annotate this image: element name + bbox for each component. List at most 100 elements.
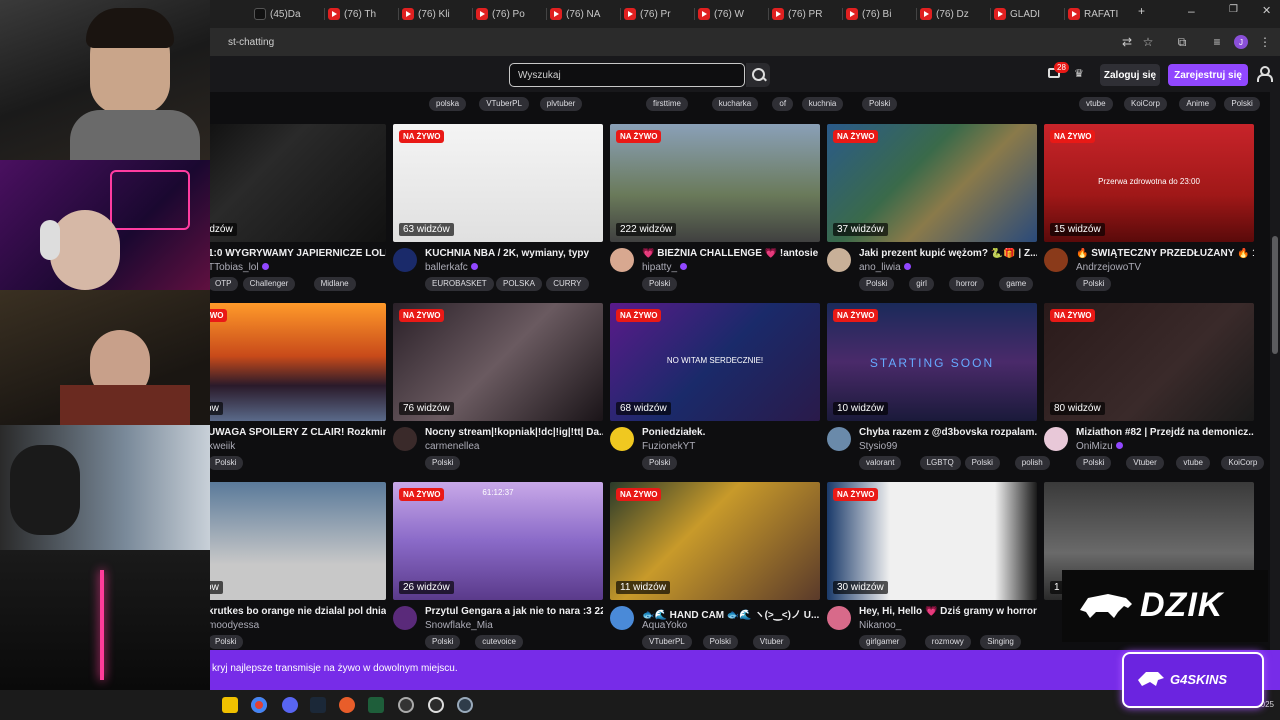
stream-thumbnail[interactable]: NA ŻYWO 61:12:37 26 widzów [393,482,603,600]
channel-avatar[interactable] [1044,427,1068,451]
stream-title[interactable]: 1:0 WYGRYWAMY JAPIERNICZE LOLE... [208,248,386,259]
tag-pill[interactable]: CURRY [546,277,589,291]
close-window-button[interactable]: ✕ [1262,4,1271,17]
tag-pill[interactable]: Singing [980,635,1021,649]
tag-pill[interactable]: Polski [642,456,678,470]
browser-tab[interactable]: (76) Pr [624,4,676,24]
stream-title[interactable]: 🐟🌊 HAND CAM 🐟🌊 ヽ(>‿<)ノ U... [642,606,820,621]
browser-tab[interactable]: (45)Da [254,4,306,24]
channel-avatar[interactable] [393,427,417,451]
channel-name[interactable]: OniMizu [1076,441,1254,452]
channel-avatar[interactable] [393,248,417,272]
browser-tab[interactable]: RAFATI [1068,4,1120,24]
stream-thumbnail[interactable]: NA ŻYWO STARTING SOON 10 widzów [827,303,1037,421]
browser-tab[interactable]: GLADI [994,4,1046,24]
tag-pill[interactable]: kuchnia [801,97,844,111]
stream-title[interactable]: Przytul Gengara a jak nie to nara :3 22.… [425,606,603,617]
extensions-icon[interactable]: ⧉ [1175,35,1189,49]
tag-pill[interactable]: game [999,277,1034,291]
channel-name[interactable]: AquaYoko [642,620,820,631]
menu-icon[interactable]: ⋮ [1258,35,1272,49]
channel-name[interactable]: kweiik [208,441,386,452]
tag-pill[interactable]: Polski [964,456,1000,470]
settings-gear-icon[interactable] [428,697,444,713]
channel-avatar[interactable] [827,427,851,451]
tag-pill[interactable]: Polski [1076,456,1112,470]
stream-thumbnail[interactable]: NA ŻYWO 63 widzów [393,124,603,242]
obs-icon[interactable] [457,697,473,713]
tag-pill[interactable]: Polski [425,456,461,470]
stream-title[interactable]: Jaki prezent kupić wężom? 🐍🎁 | Z... [859,248,1037,259]
tag-pill[interactable]: polish [1014,456,1050,470]
tag-pill[interactable]: of [772,97,794,111]
tag-pill[interactable]: cutevoice [475,635,523,649]
channel-avatar[interactable] [1044,248,1068,272]
channel-name[interactable]: hipatty_ [642,262,820,273]
channel-avatar[interactable] [610,606,634,630]
tag-pill[interactable]: EUROBASKET [425,277,494,291]
bookmark-star-icon[interactable]: ☆ [1141,35,1155,49]
stream-title[interactable]: UWAGA SPOILERY Z CLAIR! Rozkmin... [208,427,386,438]
browser-tab[interactable]: (76) W [698,4,750,24]
tag-pill[interactable]: horror [949,277,985,291]
media-icon[interactable]: ≡ [1210,35,1224,49]
tag-pill[interactable]: Polski [642,277,678,291]
stream-thumbnail[interactable]: NA ŻYWO Przerwa zdrowotna do 23:00 15 widz… [1044,124,1254,242]
tag-pill[interactable]: Vtuber [752,635,791,649]
stream-thumbnail[interactable]: NA ŻYWO 80 widzów [1044,303,1254,421]
tag-pill[interactable]: Polski [859,277,895,291]
tag-pill[interactable]: Polski [208,456,244,470]
channel-name[interactable]: FuzionekYT [642,441,820,452]
tag-pill[interactable]: Vtuber [1126,456,1164,470]
file-explorer-icon[interactable] [222,697,238,713]
tag-pill[interactable]: Polski [862,97,898,111]
stream-title[interactable]: Poniedziałek. [642,427,820,438]
tag-pill[interactable]: girl [909,277,934,291]
stream-thumbnail[interactable]: NA ŻYWO 222 widzów [610,124,820,242]
channel-name[interactable]: AndrzejowoTV [1076,262,1254,273]
new-tab-button[interactable]: + [1138,4,1145,18]
login-button[interactable]: Zaloguj się [1100,64,1160,86]
stream-title[interactable]: Hey, Hi, Hello 💗 Dziś gramy w horror!... [859,606,1037,617]
tag-pill[interactable]: polska [429,97,467,111]
tag-pill[interactable]: VTuberPL [479,97,529,111]
prime-crown-icon[interactable]: ♛ [1074,67,1084,80]
channel-name[interactable]: carmenellea [425,441,603,452]
tag-pill[interactable]: kucharka [711,97,759,111]
excel-icon[interactable] [368,697,384,713]
stream-title[interactable]: Chyba razem z @d3bovska rozpalam... [859,427,1037,438]
browser-tab[interactable]: (76) PR [772,4,824,24]
stream-title[interactable]: Nocny stream|!kopniak|!dc|!ig|!tt| Da... [425,427,603,438]
tag-pill[interactable]: LGBTQ [919,456,961,470]
profile-avatar[interactable]: J [1234,35,1248,49]
origin-icon[interactable] [339,697,355,713]
channel-name[interactable]: TTobias_lol [208,262,386,273]
tag-pill[interactable]: valorant [859,456,902,470]
tag-pill[interactable]: Polski [702,635,738,649]
channel-name[interactable]: moodyessa [208,620,386,631]
stream-title[interactable]: krutkes bo orange nie dzialal pol dnia .… [208,606,386,617]
browser-tab[interactable]: (76) Kli [402,4,454,24]
translate-icon[interactable]: ⇄ [1120,35,1134,49]
tag-pill[interactable]: Challenger [242,277,296,291]
channel-name[interactable]: Stysio99 [859,441,1037,452]
browser-tab[interactable]: (76) Bi [846,4,898,24]
tag-pill[interactable]: Polski [425,635,461,649]
user-icon[interactable] [1257,66,1273,82]
steam-icon[interactable] [310,697,326,713]
tag-pill[interactable]: Polski [208,635,244,649]
channel-name[interactable]: Nikanoo_ [859,620,1037,631]
tag-pill[interactable]: Anime [1179,97,1217,111]
signup-button[interactable]: Zarejestruj się [1168,64,1248,86]
tag-pill[interactable]: plvtuber [539,97,583,111]
browser-tab[interactable]: (76) Po [476,4,528,24]
tag-pill[interactable]: OTP [208,277,239,291]
stream-title[interactable]: 🔥 ŚWIĄTECZNY PRZEDŁUŻANY 🔥 1z... [1076,248,1254,259]
stream-thumbnail[interactable]: NA ŻYWO 11 widzów [610,482,820,600]
scrollbar[interactable] [1270,92,1280,650]
tag-pill[interactable]: VTuberPL [642,635,692,649]
browser-tab[interactable]: (76) Dz [920,4,972,24]
channel-avatar[interactable] [827,606,851,630]
scrollbar-thumb[interactable] [1272,236,1278,354]
channel-avatar[interactable] [610,248,634,272]
